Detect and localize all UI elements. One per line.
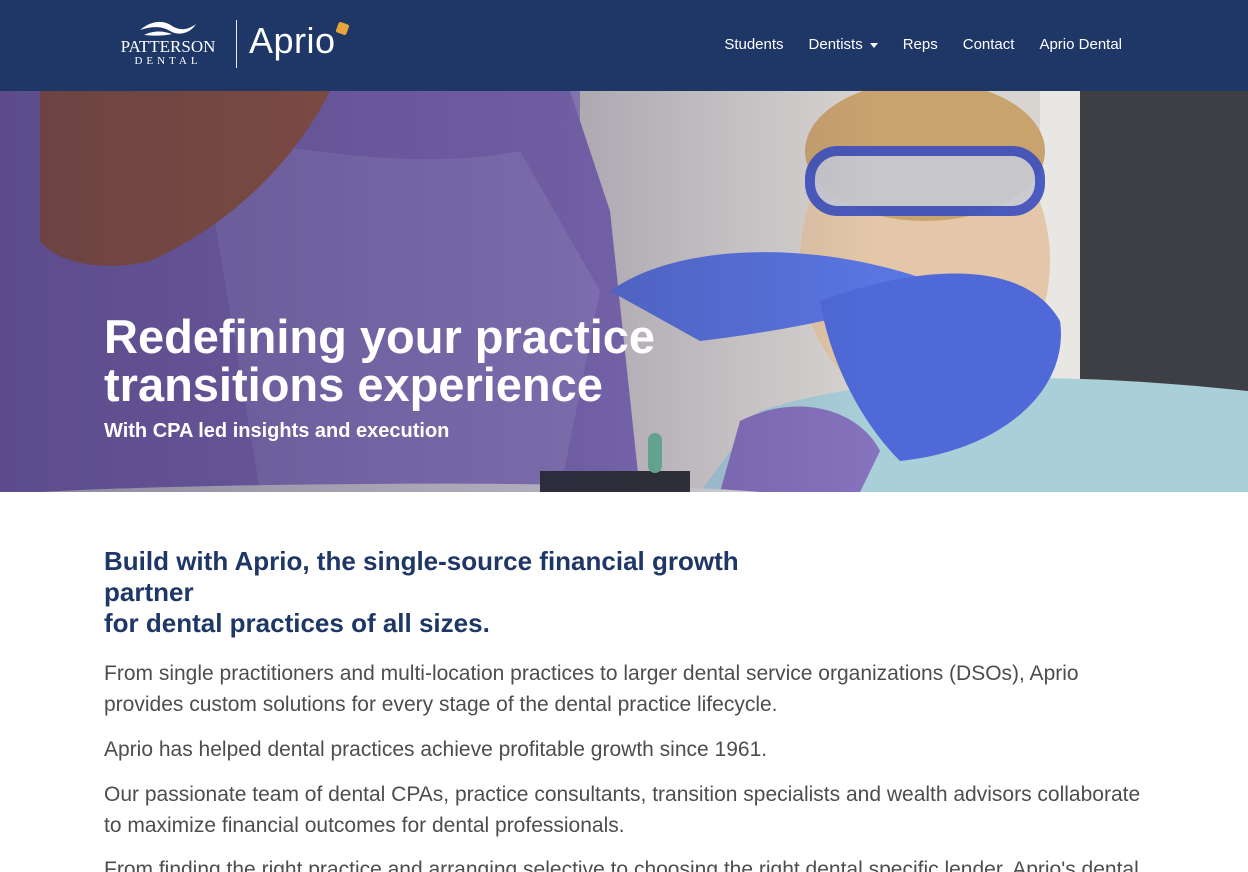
hero-subtitle: With CPA led insights and execution — [104, 420, 450, 442]
aprio-accent-dot — [334, 21, 350, 36]
nav-aprio-dental[interactable]: Aprio Dental — [1039, 35, 1122, 55]
patterson-swoosh-icon — [140, 21, 196, 36]
nav-dentists-dropdown[interactable]: Dentists — [809, 35, 878, 55]
headline-line2: for dental practices of all sizes. — [104, 608, 490, 638]
main-nav: Students Dentists Reps Contact Aprio Den… — [699, 35, 1122, 55]
hero-banner: Redefining your practice transitions exp… — [0, 91, 1248, 492]
hero-title: Redefining your practice transitions exp… — [104, 313, 744, 409]
aprio-logo[interactable]: Aprio — [249, 20, 350, 61]
brand-divider — [236, 20, 237, 68]
patterson-dental: DENTAL — [134, 55, 202, 67]
aprio-logo-text: Aprio — [249, 20, 336, 61]
hero-title-line2: transitions experience — [104, 358, 603, 411]
patterson-name: PATTERSON — [120, 37, 216, 56]
headline-line1: Build with Aprio, the single-source fina… — [104, 546, 739, 607]
intro-paragraph-2: Aprio has helped dental practices achiev… — [104, 738, 768, 761]
nav-contact[interactable]: Contact — [963, 35, 1015, 55]
section-headline: Build with Aprio, the single-source fina… — [104, 546, 824, 639]
brand-logo[interactable]: PATTERSON DENTAL Aprio — [112, 16, 350, 72]
dropdown-caret-icon — [869, 43, 878, 48]
intro-content: Build with Aprio, the single-source fina… — [104, 546, 1154, 872]
intro-paragraph-1: From single practitioners and multi-loca… — [104, 662, 1079, 716]
intro-paragraph-4: From finding the right practice and arra… — [104, 858, 1139, 872]
top-navbar: PATTERSON DENTAL Aprio Students Dentists… — [0, 0, 1248, 91]
nav-dentists-label: Dentists — [808, 36, 863, 53]
nav-reps[interactable]: Reps — [903, 35, 938, 55]
hero-title-line1: Redefining your practice — [104, 310, 656, 363]
nav-students[interactable]: Students — [724, 35, 783, 55]
patterson-dental-logo[interactable]: PATTERSON DENTAL — [112, 18, 224, 70]
